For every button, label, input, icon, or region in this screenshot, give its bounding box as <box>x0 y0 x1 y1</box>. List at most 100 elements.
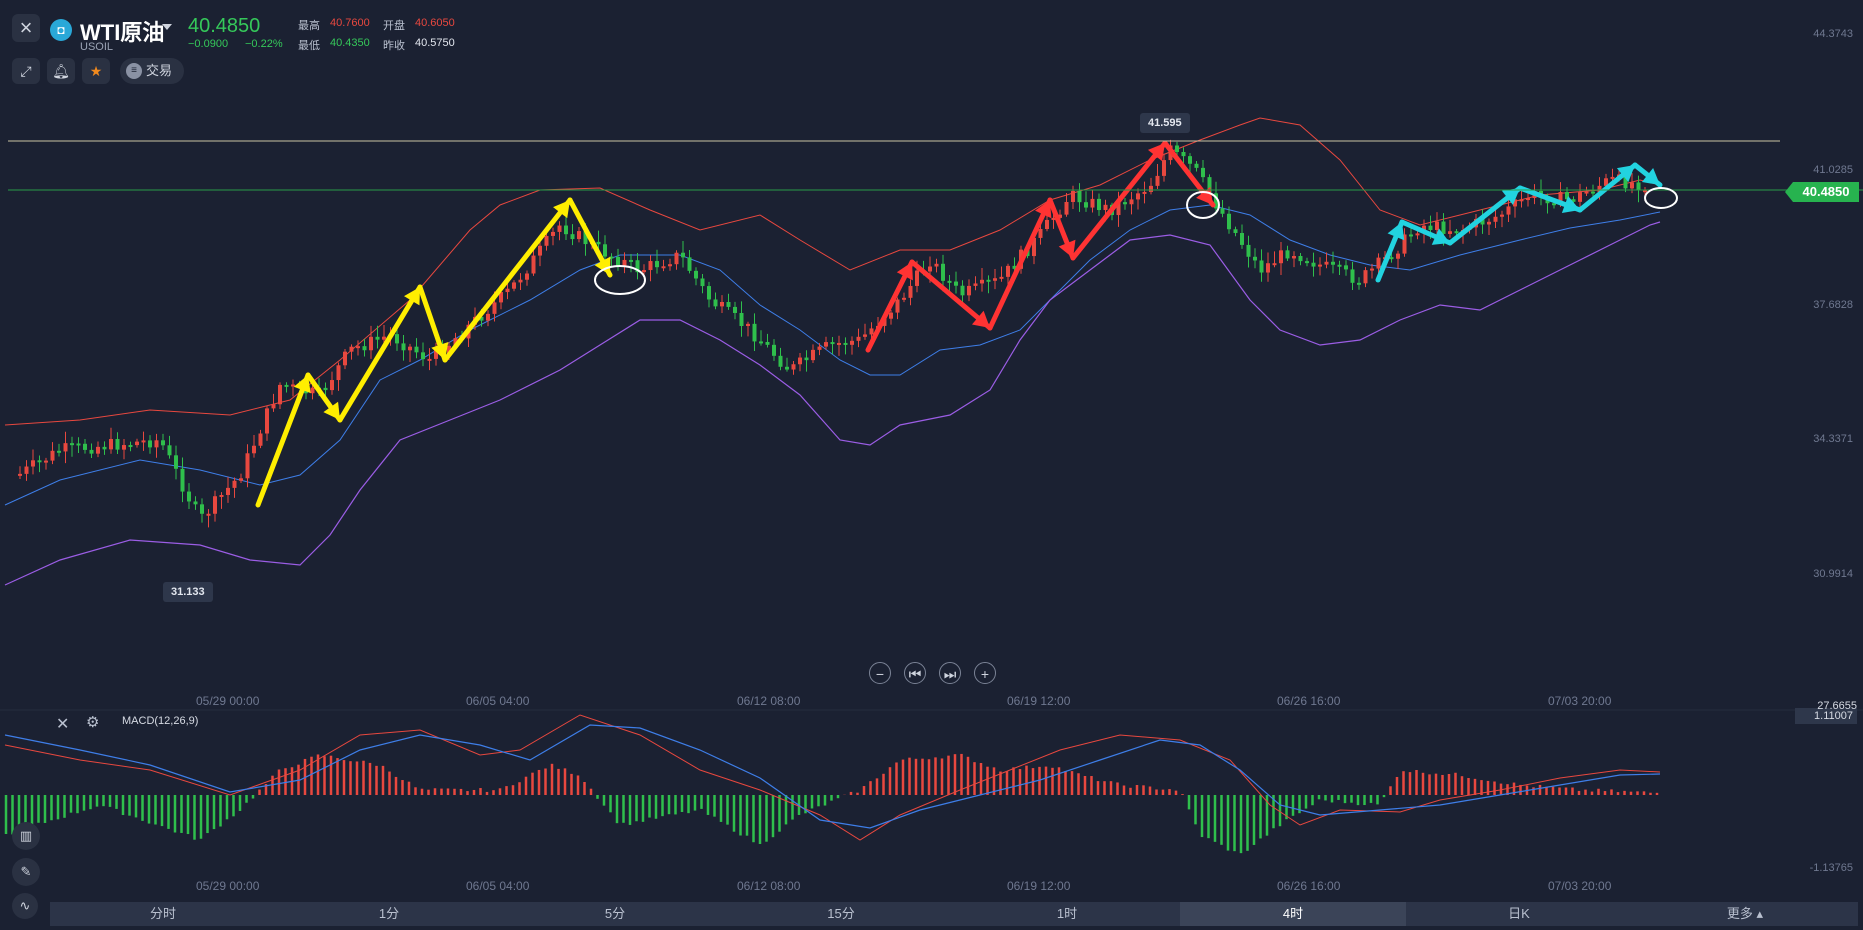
candle-body <box>291 384 295 387</box>
candle-body <box>1318 264 1322 267</box>
candle-body <box>1006 265 1010 277</box>
tab-timeframe[interactable]: 15分 <box>728 902 954 926</box>
candle-body <box>889 312 893 319</box>
date-axis-label: 07/03 20:00 <box>1548 694 1612 708</box>
candle-body <box>1344 265 1348 270</box>
candlestick-chart[interactable] <box>0 0 1863 900</box>
candle-body <box>375 336 380 340</box>
candle-body <box>1240 233 1244 245</box>
candle-body <box>1409 234 1413 237</box>
more-label: 更多 <box>1726 906 1753 921</box>
candle-body <box>1103 204 1108 211</box>
candle-body <box>772 344 776 356</box>
candle-body <box>557 225 562 232</box>
pen-icon[interactable]: ✎ <box>12 858 40 886</box>
zoom-out-button[interactable]: − <box>869 662 891 684</box>
candle-body <box>1415 233 1420 236</box>
candle-body <box>128 445 133 448</box>
candle-body <box>1454 231 1459 234</box>
candle-body <box>362 346 367 351</box>
candle-body <box>1610 176 1615 179</box>
candle-body <box>915 270 919 286</box>
candle-body <box>310 387 315 394</box>
candle-body <box>856 336 861 341</box>
candle-body <box>232 480 237 488</box>
candle-body <box>837 342 841 345</box>
skip-forward-button[interactable]: ⏭︎ <box>939 662 961 684</box>
candle-body <box>187 491 191 502</box>
candle-body <box>239 478 243 481</box>
candle-body <box>1376 257 1381 269</box>
candle-body <box>564 225 568 235</box>
candle-body <box>596 241 601 245</box>
price-axis-label: 44.3743 <box>1813 28 1853 40</box>
candle-body <box>908 285 913 298</box>
low-callout: 31.133 <box>163 582 213 602</box>
high-callout: 41.595 <box>1140 113 1190 133</box>
candle-body <box>622 259 627 266</box>
candle-body <box>180 468 185 492</box>
skip-back-button[interactable]: ⏮︎ <box>904 662 926 684</box>
candle-body <box>1071 190 1075 202</box>
candle-body <box>973 283 978 286</box>
indicator-icon[interactable]: ▥ <box>12 822 40 850</box>
more-menu[interactable]: 更多 ▴ <box>1632 902 1858 926</box>
candle-body <box>1090 198 1095 208</box>
candle-body <box>785 366 789 370</box>
candle-body <box>278 384 282 405</box>
tab-timeframe[interactable]: 1分 <box>276 902 502 926</box>
candle-body <box>421 352 425 360</box>
candle-body <box>1578 192 1582 202</box>
settings-icon[interactable]: ⚙︎ <box>86 713 99 731</box>
candle-body <box>349 346 354 352</box>
candle-body <box>830 342 835 345</box>
candle-body <box>1220 208 1225 214</box>
highlight-circle <box>1644 187 1678 209</box>
date-axis-label: 06/26 16:00 <box>1277 694 1341 708</box>
candle-body <box>694 270 698 279</box>
candle-body <box>1253 256 1257 261</box>
date-axis-label: 06/05 04:00 <box>466 879 530 893</box>
candle-body <box>1188 156 1192 164</box>
candle-body <box>1285 250 1290 259</box>
price-axis-label: 37.6828 <box>1813 299 1853 311</box>
candle-body <box>1305 261 1309 264</box>
tab-timeframe[interactable]: 5分 <box>502 902 728 926</box>
zoom-in-button[interactable]: + <box>974 662 996 684</box>
candle-body <box>265 408 269 434</box>
candle-body <box>356 346 360 349</box>
line-chart-icon[interactable]: ∿ <box>12 893 38 919</box>
candle-body <box>518 279 523 283</box>
candle-body <box>1357 282 1361 285</box>
candle-body <box>713 299 718 307</box>
date-axis-label: 06/05 04:00 <box>466 694 530 708</box>
candle-body <box>1526 198 1530 201</box>
tab-timeframe[interactable]: 分时 <box>50 902 276 926</box>
candle-body <box>135 441 139 446</box>
candle-body <box>980 279 984 284</box>
candle-body <box>89 449 94 454</box>
close-indicator-icon[interactable]: ✕ <box>56 714 69 734</box>
lower-band-line <box>4 221 1661 586</box>
candle-body <box>226 487 230 495</box>
candle-body <box>1435 221 1439 231</box>
candle-body <box>323 387 328 391</box>
candle-body <box>655 261 659 268</box>
candle-body <box>395 334 399 344</box>
tab-timeframe[interactable]: 1时 <box>954 902 1180 926</box>
candle-body <box>1227 213 1231 230</box>
candle-body <box>109 439 113 450</box>
candle-body <box>343 351 347 366</box>
tab-timeframe-active[interactable]: 4时 <box>1180 902 1406 926</box>
candle-body <box>63 443 68 452</box>
candle-body <box>148 440 152 448</box>
candle-body <box>570 234 575 240</box>
candle-body <box>1331 261 1335 265</box>
candle-body <box>1441 221 1446 234</box>
tab-timeframe[interactable]: 日K <box>1406 902 1632 926</box>
candle-body <box>1266 263 1270 273</box>
candle-body <box>733 306 737 313</box>
price-axis-label: 30.9914 <box>1813 568 1853 580</box>
candle-body <box>1311 262 1316 267</box>
candle-body <box>739 312 744 327</box>
